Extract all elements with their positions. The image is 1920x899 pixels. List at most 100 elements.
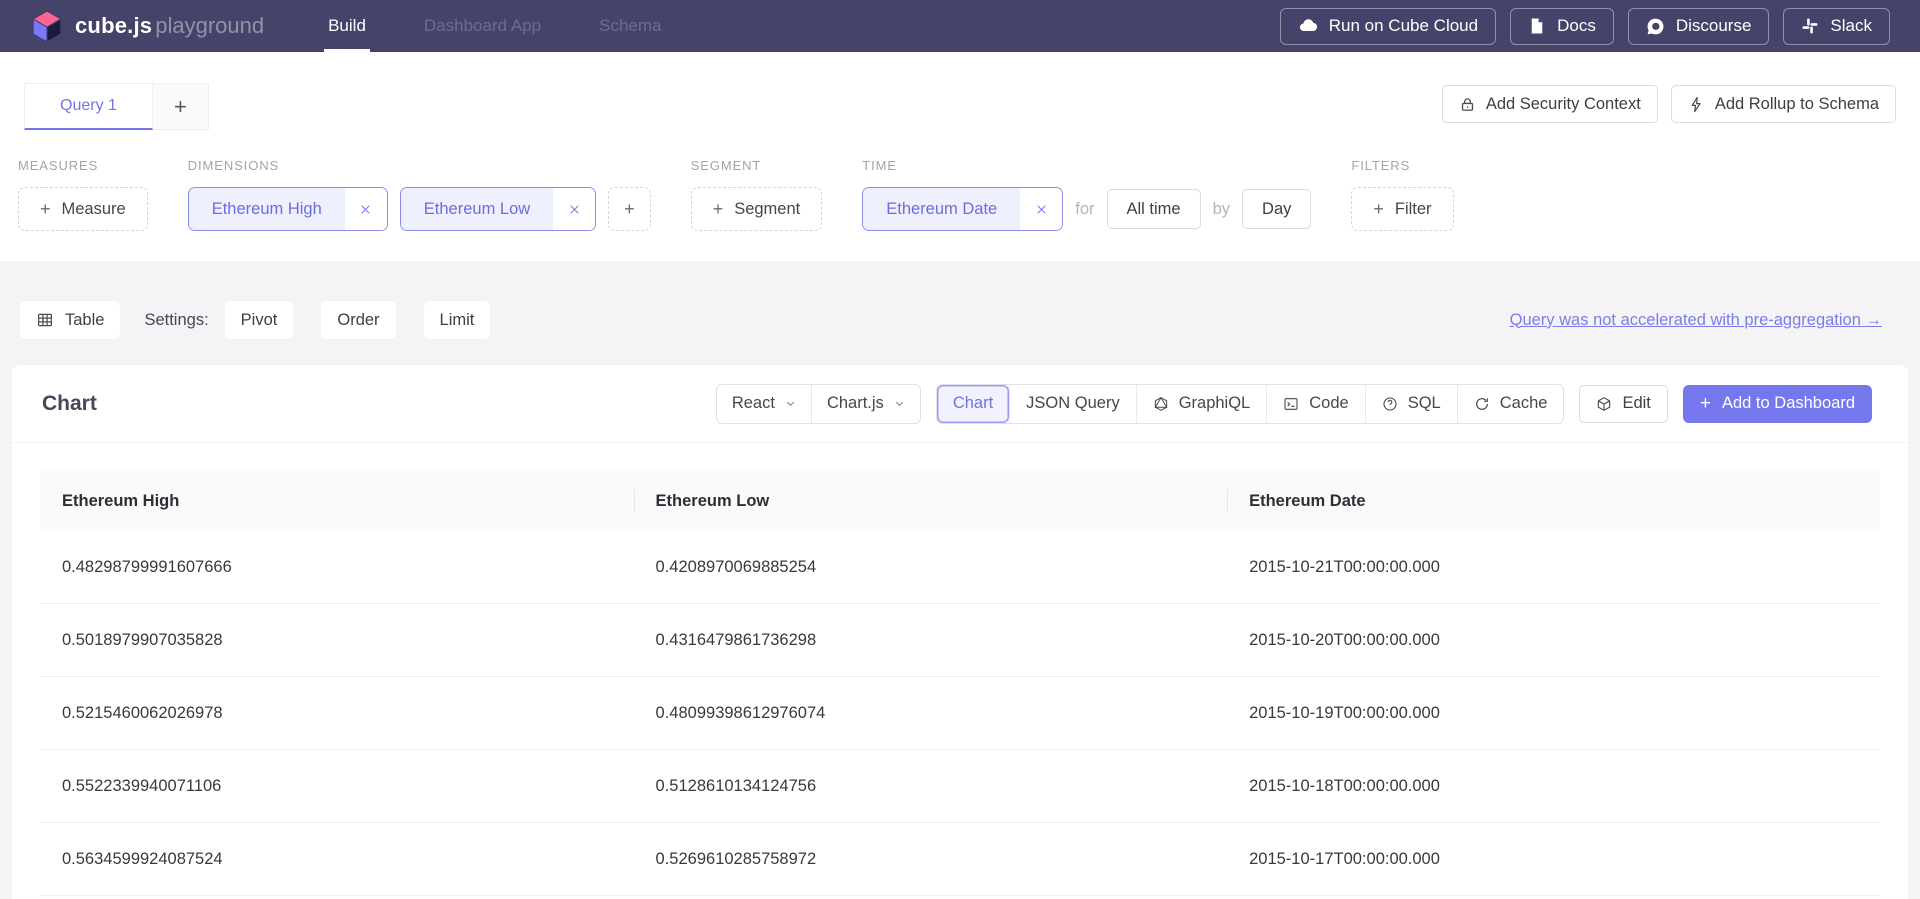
view-tab-json-query[interactable]: JSON Query xyxy=(1009,385,1136,423)
cell-ethereum-high: 0.5018979907035828 xyxy=(40,604,634,676)
add-dimension-button[interactable]: + xyxy=(608,187,651,231)
document-icon xyxy=(1528,17,1546,35)
top-navbar: cube.jsplayground Build Dashboard App Sc… xyxy=(0,0,1920,52)
close-icon[interactable] xyxy=(553,188,595,230)
main-nav: Build Dashboard App Schema xyxy=(328,0,661,52)
preaggregation-link[interactable]: Query was not accelerated with pre-aggre… xyxy=(1510,311,1882,330)
graphql-icon xyxy=(1153,396,1169,412)
nav-actions: Run on Cube Cloud Docs Discourse xyxy=(1280,0,1890,52)
order-button[interactable]: Order xyxy=(321,301,395,339)
discourse-label: Discourse xyxy=(1676,16,1752,36)
column-header-ethereum-low[interactable]: Ethereum Low xyxy=(634,471,1228,531)
slack-button[interactable]: Slack xyxy=(1783,8,1890,45)
edit-button[interactable]: Edit xyxy=(1579,385,1667,423)
time-group: TIME Ethereum Date for All time by Day xyxy=(862,158,1311,261)
add-rollup-to-schema-label: Add Rollup to Schema xyxy=(1715,95,1879,114)
column-header-ethereum-date[interactable]: Ethereum Date xyxy=(1227,471,1880,531)
by-text: by xyxy=(1213,200,1230,219)
dimension-chip-ethereum-low[interactable]: Ethereum Low xyxy=(400,187,596,231)
plus-icon: + xyxy=(1700,393,1711,415)
discourse-button[interactable]: Discourse xyxy=(1628,8,1770,45)
dimensions-label: DIMENSIONS xyxy=(188,158,651,173)
pivot-button[interactable]: Pivot xyxy=(225,301,294,339)
time-chip-label: Ethereum Date xyxy=(863,188,1020,230)
tab-query-1[interactable]: Query 1 xyxy=(24,83,153,130)
settings-text: Settings: xyxy=(144,311,208,330)
plus-icon: + xyxy=(1373,199,1384,220)
lock-icon xyxy=(1459,96,1476,113)
add-filter-button[interactable]: + Filter xyxy=(1351,187,1453,231)
close-icon[interactable] xyxy=(345,188,387,230)
add-measure-label: Measure xyxy=(62,200,126,219)
cell-ethereum-date: 2015-10-19T00:00:00.000 xyxy=(1227,677,1880,749)
discourse-icon xyxy=(1646,17,1665,36)
result-table-header: Ethereum High Ethereum Low Ethereum Date xyxy=(40,471,1880,531)
limit-button[interactable]: Limit xyxy=(424,301,491,339)
dimension-chip-ethereum-high[interactable]: Ethereum High xyxy=(188,187,388,231)
time-chip-ethereum-date[interactable]: Ethereum Date xyxy=(862,187,1063,231)
column-header-ethereum-high[interactable]: Ethereum High xyxy=(40,471,634,531)
results-area: Table Settings: Pivot Order Limit Query … xyxy=(0,261,1920,899)
query-tabs: Query 1 + xyxy=(24,83,209,130)
table-view-button[interactable]: Table xyxy=(20,301,120,339)
granularity-button[interactable]: Day xyxy=(1242,189,1311,229)
add-segment-button[interactable]: + Segment xyxy=(691,187,823,231)
add-filter-label: Filter xyxy=(1395,200,1432,219)
filters-label: FILTERS xyxy=(1351,158,1453,173)
charting-library-select[interactable]: Chart.js xyxy=(811,385,920,423)
refresh-icon xyxy=(1474,396,1490,412)
brand-logo[interactable]: cube.jsplayground xyxy=(30,0,264,52)
settings-toolbar: Table Settings: Pivot Order Limit Query … xyxy=(20,301,1900,339)
view-tab-sql[interactable]: SQL xyxy=(1365,385,1457,423)
table-row: 0.5522339940071106 0.5128610134124756 20… xyxy=(40,750,1880,823)
chart-card-header: Chart React Chart.js xyxy=(12,365,1908,443)
slack-icon xyxy=(1801,17,1819,35)
view-tab-graphiql[interactable]: GraphiQL xyxy=(1136,385,1267,423)
dimension-chip-label: Ethereum Low xyxy=(401,188,553,230)
add-security-context-button[interactable]: Add Security Context xyxy=(1442,85,1658,123)
table-grid-icon xyxy=(36,311,54,329)
brand-name: cube.js xyxy=(75,13,152,38)
view-tab-sql-label: SQL xyxy=(1408,394,1441,413)
charting-library-select-value: Chart.js xyxy=(827,394,884,413)
view-switcher: Chart JSON Query GraphiQL xyxy=(936,384,1565,424)
add-query-tab-button[interactable]: + xyxy=(153,83,209,130)
view-tab-code-label: Code xyxy=(1309,394,1348,413)
filters-group: FILTERS + Filter xyxy=(1351,158,1453,261)
add-to-dashboard-button[interactable]: + Add to Dashboard xyxy=(1683,385,1872,423)
view-tab-code[interactable]: Code xyxy=(1266,385,1364,423)
query-tabs-row: Query 1 + Add Security Context Add Rollu… xyxy=(0,52,1920,130)
cell-ethereum-high: 0.5215460062026978 xyxy=(40,677,634,749)
plus-icon: + xyxy=(624,199,635,220)
run-on-cube-cloud-label: Run on Cube Cloud xyxy=(1329,16,1478,36)
codesandbox-icon xyxy=(1596,396,1612,412)
add-to-dashboard-label: Add to Dashboard xyxy=(1722,394,1855,413)
cell-ethereum-low: 0.4208970069885254 xyxy=(634,531,1228,603)
measures-label: MEASURES xyxy=(18,158,148,173)
run-on-cube-cloud-button[interactable]: Run on Cube Cloud xyxy=(1280,8,1496,45)
date-range-button[interactable]: All time xyxy=(1107,189,1201,229)
view-tab-cache-label: Cache xyxy=(1500,394,1548,413)
measures-group: MEASURES + Measure xyxy=(18,158,148,261)
nav-item-build[interactable]: Build xyxy=(328,0,366,52)
view-tab-cache[interactable]: Cache xyxy=(1457,385,1564,423)
code-icon xyxy=(1283,396,1299,412)
close-icon[interactable] xyxy=(1020,188,1062,230)
framework-select[interactable]: React xyxy=(717,385,811,423)
edit-label: Edit xyxy=(1622,394,1650,413)
add-segment-label: Segment xyxy=(734,200,800,219)
cell-ethereum-high: 0.5522339940071106 xyxy=(40,750,634,822)
chart-card: Chart React Chart.js xyxy=(12,365,1908,899)
add-measure-button[interactable]: + Measure xyxy=(18,187,148,231)
add-rollup-to-schema-button[interactable]: Add Rollup to Schema xyxy=(1671,85,1896,123)
docs-button[interactable]: Docs xyxy=(1510,8,1614,45)
chart-toolbar: React Chart.js xyxy=(716,384,1872,424)
view-tab-chart[interactable]: Chart xyxy=(937,385,1009,423)
cell-ethereum-date: 2015-10-20T00:00:00.000 xyxy=(1227,604,1880,676)
view-tab-graphiql-label: GraphiQL xyxy=(1179,394,1251,413)
time-label: TIME xyxy=(862,158,1311,173)
nav-item-schema[interactable]: Schema xyxy=(599,0,661,52)
plus-icon: + xyxy=(713,199,724,220)
dimension-chip-label: Ethereum High xyxy=(189,188,345,230)
nav-item-dashboard-app[interactable]: Dashboard App xyxy=(424,0,541,52)
